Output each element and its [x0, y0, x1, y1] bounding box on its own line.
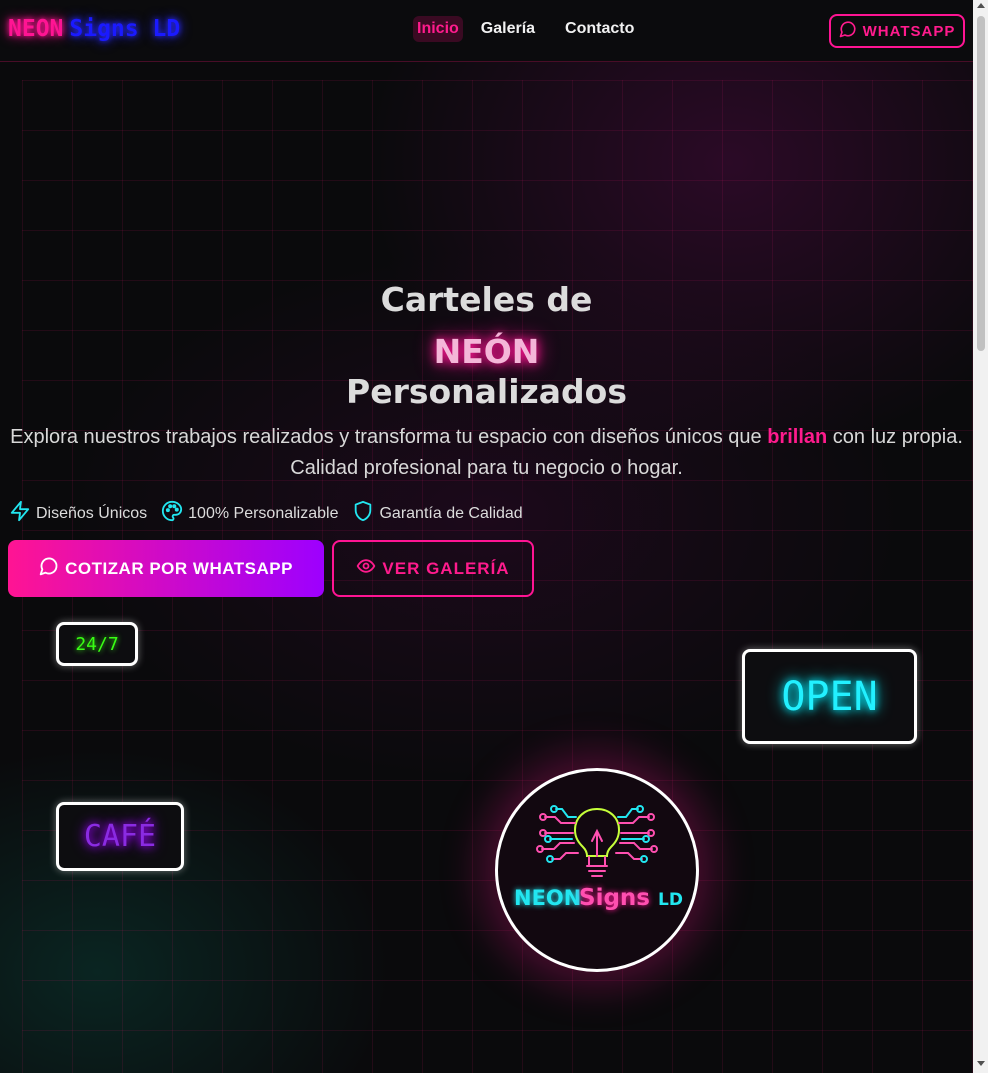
nav-item-contacto[interactable]: Contacto	[553, 16, 646, 42]
eye-icon	[356, 556, 376, 581]
lightning-icon	[9, 500, 31, 527]
sign-247-text: 24/7	[75, 633, 119, 655]
logo-neon-text: NEON	[8, 16, 64, 42]
page: NEON Signs LD Inicio Galería Contacto WHA…	[0, 0, 973, 1073]
ver-galeria-button[interactable]: VER GALERÍA	[332, 540, 534, 597]
cotizar-whatsapp-label: COTIZAR POR WHATSAPP	[65, 558, 293, 578]
feature-list: Diseños Únicos 100% Personalizable Garan…	[9, 500, 523, 527]
cotizar-whatsapp-button[interactable]: COTIZAR POR WHATSAPP	[8, 540, 324, 597]
feature-label: Diseños Únicos	[36, 504, 148, 522]
badge-signs-text: Signs	[579, 885, 650, 911]
scroll-up-arrow-icon[interactable]	[977, 3, 985, 8]
chat-bubble-icon	[39, 556, 59, 581]
lightbulb-circuit-icon: NEON Signs LD	[514, 805, 683, 911]
site-header: NEON Signs LD Inicio Galería Contacto WHA…	[0, 0, 973, 62]
header-whatsapp-label: WHATSAPP	[862, 22, 956, 40]
logo-signs-text: Signs LD	[69, 16, 181, 42]
shield-icon	[352, 500, 374, 527]
nav-item-galeria[interactable]: Galería	[469, 16, 547, 42]
header-whatsapp-button[interactable]: WHATSAPP	[829, 14, 965, 48]
badge-ld-text: LD	[658, 890, 683, 910]
neon-sign-24-7: 24/7	[56, 622, 138, 666]
hero-title-line1: Carteles de	[380, 280, 593, 319]
sign-cafe-text: CAFÉ	[83, 819, 157, 854]
hero-title-line3: Personalizados	[346, 372, 627, 411]
hero-subtitle: Explora nuestros trabajos realizados y t…	[6, 422, 967, 484]
neon-sign-cafe: CAFÉ	[56, 802, 184, 871]
scrollbar-thumb[interactable]	[977, 16, 985, 351]
ver-galeria-label: VER GALERÍA	[382, 558, 510, 578]
chat-bubble-icon	[839, 20, 857, 42]
feature-label: 100% Personalizable	[188, 504, 339, 522]
scroll-down-arrow-icon[interactable]	[977, 1061, 985, 1066]
badge-neon-text: NEON	[514, 886, 581, 910]
feature-item: Garantía de Calidad	[352, 500, 523, 527]
neon-signs-badge-logo: NEON Signs LD	[495, 768, 699, 972]
subtitle-text-before: Explora nuestros trabajos realizados y t…	[10, 426, 768, 448]
neon-sign-open: OPEN	[742, 649, 917, 744]
palette-icon	[161, 500, 183, 527]
hero-title-neon: NEÓN	[433, 332, 540, 371]
main-nav: Inicio Galería Contacto	[413, 16, 646, 42]
feature-item: 100% Personalizable	[161, 500, 338, 527]
subtitle-highlight: brillan	[767, 426, 828, 448]
feature-item: Diseños Únicos	[9, 500, 147, 527]
site-logo[interactable]: NEON Signs LD	[8, 16, 180, 42]
nav-item-inicio[interactable]: Inicio	[413, 16, 463, 42]
feature-label: Garantía de Calidad	[379, 504, 523, 522]
sign-open-text: OPEN	[781, 673, 878, 720]
